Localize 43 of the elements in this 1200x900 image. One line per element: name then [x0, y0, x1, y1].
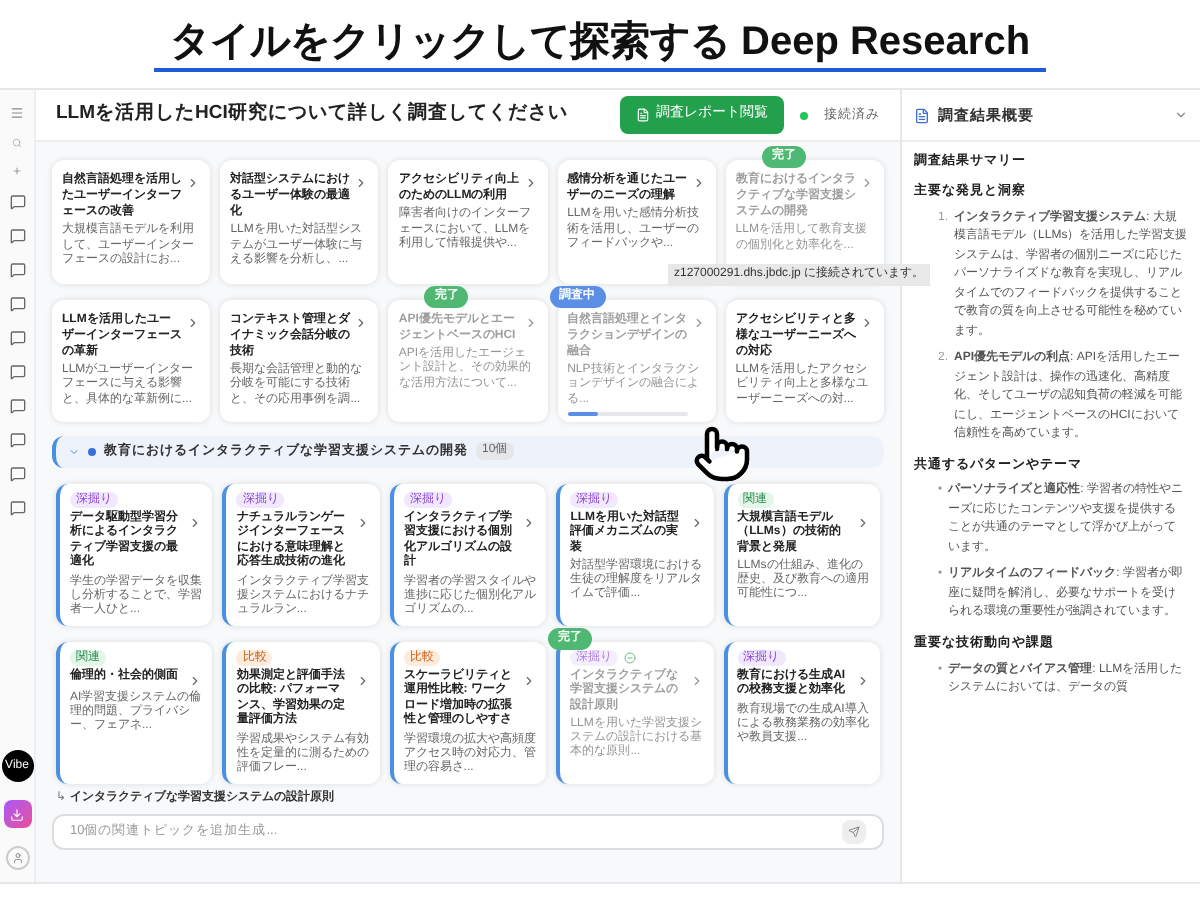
chat-icon[interactable] [9, 296, 25, 312]
send-icon [848, 825, 860, 838]
download-button[interactable] [3, 800, 31, 828]
send-button[interactable] [842, 819, 866, 844]
chevron-icon [522, 673, 537, 688]
chat-icon[interactable] [9, 364, 25, 380]
chevron-icon [856, 673, 870, 688]
chevron-icon [859, 315, 874, 329]
chat-icon[interactable] [9, 330, 25, 346]
chevron-icon [355, 515, 370, 530]
chat-icon[interactable] [9, 194, 25, 210]
chat-icon[interactable] [9, 500, 25, 516]
chat-icon[interactable] [9, 228, 25, 244]
minus-circle-icon [624, 651, 637, 664]
chevron-icon [689, 673, 704, 688]
chevron-icon [691, 315, 706, 329]
user-icon [11, 852, 23, 864]
chat-icon[interactable] [9, 466, 25, 482]
user-avatar[interactable] [5, 846, 29, 870]
collapse-caret-icon[interactable] [1174, 108, 1188, 122]
slide-title: タイルをクリックして探索する Deep Research [153, 16, 1047, 72]
chat-icon[interactable] [9, 262, 25, 278]
hand-pointer-icon [692, 424, 752, 484]
chevron-icon [188, 515, 203, 530]
chevron-icon [354, 176, 369, 190]
document-icon [914, 107, 930, 123]
chevron-icon [859, 176, 874, 190]
chevron-icon [523, 315, 538, 329]
download-icon [10, 807, 24, 821]
chat-icon[interactable] [9, 432, 25, 448]
chevron-icon [355, 673, 370, 688]
chat-icon[interactable] [9, 398, 25, 414]
chevron-icon [188, 673, 203, 688]
document-icon [636, 108, 650, 122]
chevron-icon [691, 176, 706, 190]
chevron-icon [689, 515, 704, 530]
page-title: LLMを活用したHCI研究について詳しく調査してください [56, 100, 570, 129]
chevron-icon [186, 176, 201, 190]
chevron-icon [354, 315, 369, 329]
chevron-icon [523, 176, 538, 190]
chevron-icon [186, 315, 201, 329]
chevron-icon [856, 515, 870, 530]
chevron-icon [522, 515, 537, 530]
